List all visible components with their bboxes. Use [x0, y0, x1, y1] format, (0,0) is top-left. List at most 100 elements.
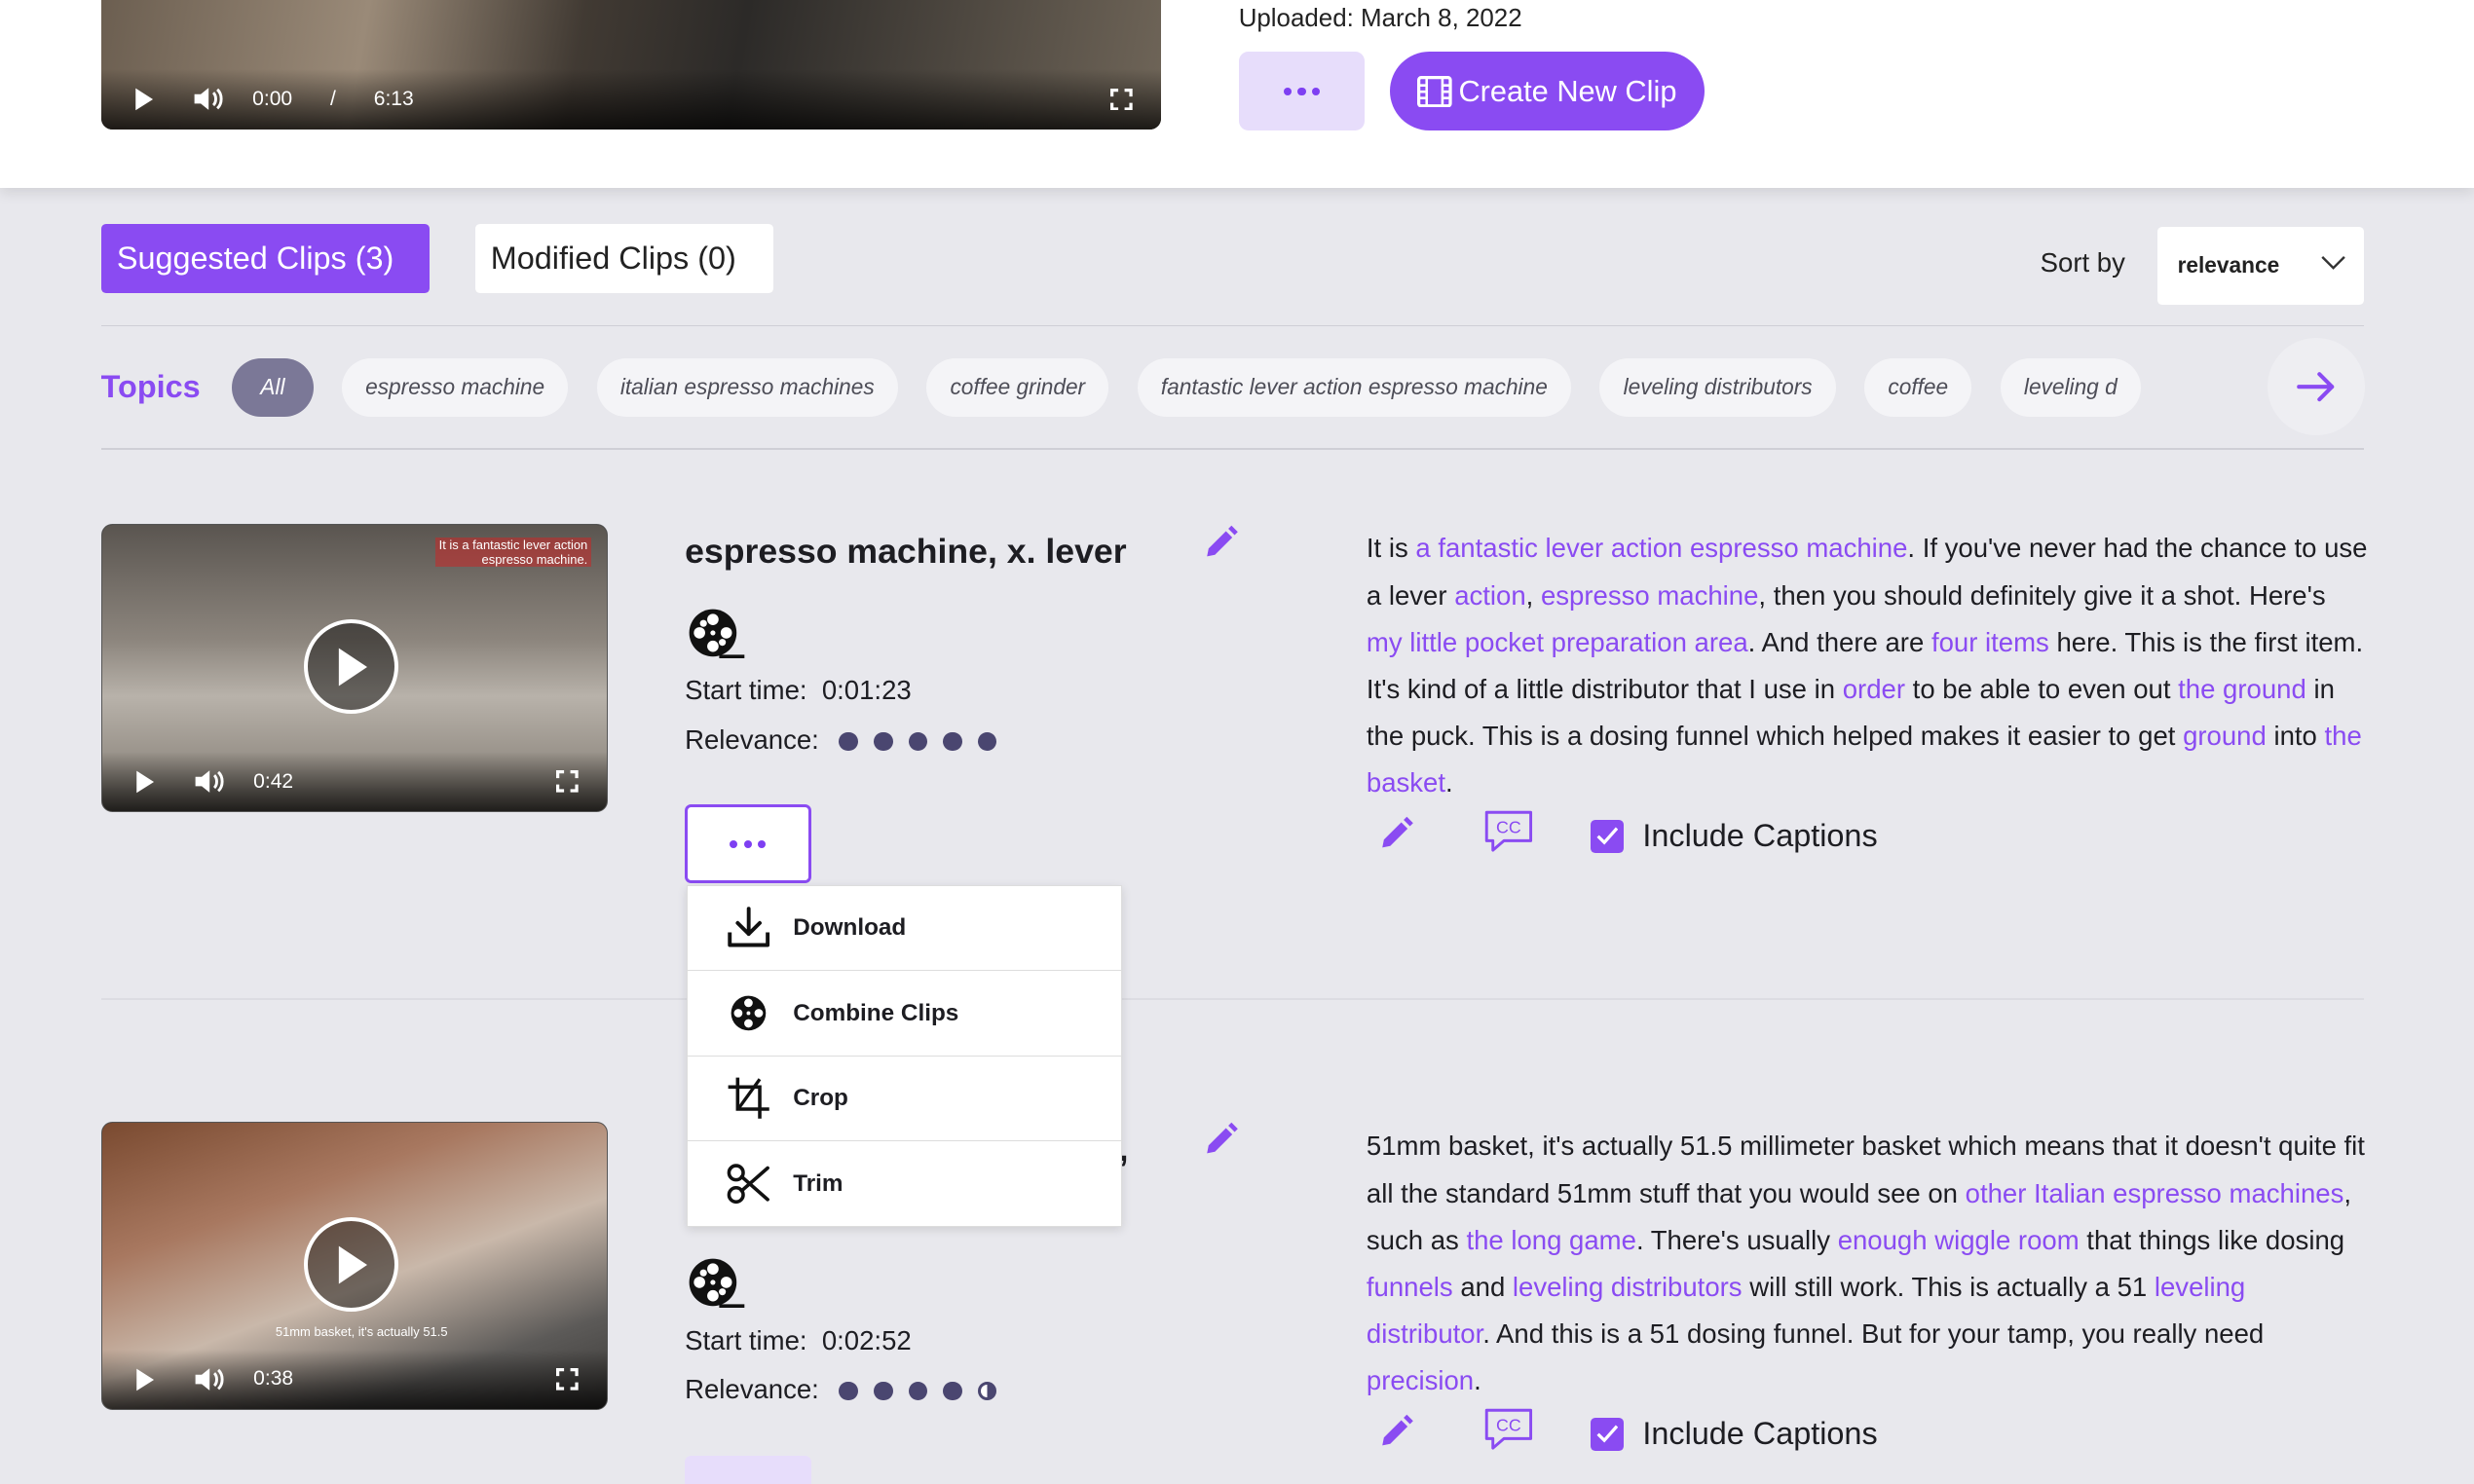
- clip-actions-button[interactable]: [685, 1456, 811, 1484]
- play-icon[interactable]: [133, 1367, 156, 1392]
- big-play-button[interactable]: [304, 619, 399, 715]
- play-icon[interactable]: [133, 769, 156, 795]
- topic-chip-all[interactable]: All: [232, 357, 314, 417]
- pencil-icon: [1382, 1414, 1413, 1445]
- scissors-icon: [726, 1161, 773, 1208]
- video-controls: 0:42: [101, 751, 607, 812]
- keyword-link[interactable]: my little pocket preparation area: [1367, 627, 1748, 657]
- keyword-link[interactable]: funnels: [1367, 1272, 1453, 1302]
- sort-value: relevance: [2177, 252, 2280, 278]
- upload-date: Uploaded: March 8, 2022: [1238, 4, 1522, 32]
- fullscreen-icon[interactable]: [1110, 88, 1134, 111]
- menu-item-label: Combine Clips: [793, 999, 959, 1026]
- video-controls: 0:00 / 6:13: [100, 69, 1162, 130]
- keyword-link[interactable]: action: [1454, 580, 1525, 611]
- transcript-text: will still work. This is actually a 51: [1742, 1271, 2155, 1302]
- sort-label: Sort by: [2040, 247, 2125, 278]
- topic-chip[interactable]: fantastic lever action espresso machine: [1137, 357, 1572, 417]
- more-options-button[interactable]: [1238, 52, 1366, 131]
- main-video-player[interactable]: 0:00 / 6:13: [100, 0, 1162, 130]
- fullscreen-icon[interactable]: [555, 1368, 579, 1391]
- tab-suggested-clips[interactable]: Suggested Clips (3): [100, 224, 430, 294]
- start-time-value: 0:02:52: [821, 1324, 912, 1355]
- transcript-text: .: [1474, 1364, 1481, 1395]
- topic-chip[interactable]: coffee: [1864, 357, 1972, 417]
- keyword-link[interactable]: other Italian espresso machines: [1966, 1178, 2344, 1208]
- include-captions-checkbox[interactable]: [1590, 819, 1624, 853]
- play-icon: [338, 648, 367, 686]
- create-new-clip-button[interactable]: Create New Clip: [1390, 52, 1705, 131]
- include-captions-checkbox[interactable]: [1590, 1417, 1624, 1451]
- topic-chip[interactable]: leveling d: [2000, 357, 2141, 417]
- big-play-button[interactable]: [304, 1217, 399, 1313]
- volume-icon[interactable]: [194, 767, 225, 796]
- include-captions-label: Include Captions: [1642, 818, 1878, 854]
- play-icon[interactable]: [132, 87, 155, 112]
- pencil-icon: [1207, 1122, 1238, 1154]
- divider: [100, 448, 2364, 450]
- video-header: 0:00 / 6:13 Uploaded: March 8, 2022 Crea…: [0, 0, 2474, 188]
- volume-icon[interactable]: [194, 1365, 225, 1393]
- captions-button[interactable]: CC: [1483, 1407, 1534, 1462]
- video-time: 0:38: [253, 1367, 294, 1391]
- divider: [100, 998, 2364, 1001]
- clip-actions-menu: Download Combine Clips Crop Trim: [686, 884, 1122, 1228]
- sort-select[interactable]: relevance: [2156, 227, 2364, 305]
- tab-modified-clips[interactable]: Modified Clips (0): [474, 224, 773, 294]
- clip-transcript: 51mm basket, it's actually 51.5 millimet…: [1367, 1123, 2369, 1404]
- include-captions-label: Include Captions: [1642, 1416, 1878, 1452]
- topic-chip[interactable]: italian espresso machines: [596, 357, 899, 417]
- menu-item-crop[interactable]: Crop: [687, 1057, 1121, 1142]
- menu-item-combine-clips[interactable]: Combine Clips: [687, 971, 1121, 1057]
- clip-transcript: It is a fantastic lever action espresso …: [1367, 525, 2369, 806]
- clip-video-player[interactable]: It is a fantastic lever action espresso …: [100, 523, 608, 813]
- transcript-text: that things like dosing: [2079, 1224, 2345, 1255]
- chevron-down-icon: [2321, 256, 2346, 271]
- divider: [100, 324, 2364, 327]
- menu-item-trim[interactable]: Trim: [688, 1141, 1121, 1226]
- menu-item-label: Trim: [793, 1169, 843, 1197]
- menu-item-download[interactable]: Download: [687, 886, 1121, 972]
- keyword-link[interactable]: ground: [2183, 721, 2267, 751]
- current-time: 0:00: [252, 88, 293, 111]
- topics-next-button[interactable]: [2267, 337, 2366, 436]
- menu-item-label: Crop: [793, 1084, 848, 1111]
- topic-chip[interactable]: coffee grinder: [926, 357, 1109, 417]
- topic-chip[interactable]: leveling distributors: [1599, 357, 1836, 417]
- topic-chip[interactable]: espresso machine: [341, 357, 569, 417]
- menu-item-label: Download: [793, 914, 907, 942]
- keyword-link[interactable]: enough wiggle room: [1838, 1225, 2080, 1255]
- transcript-text: into: [2266, 720, 2325, 751]
- keyword-link[interactable]: precision: [1367, 1365, 1474, 1395]
- clip-video-player[interactable]: 51mm basket, it's actually 51.5 0:38: [100, 1121, 608, 1411]
- volume-icon[interactable]: [193, 85, 224, 113]
- pencil-icon: [1207, 526, 1238, 557]
- captions-button[interactable]: CC: [1483, 809, 1534, 864]
- relevance-label: Relevance:: [685, 723, 819, 755]
- transcript-text: and: [1452, 1271, 1513, 1302]
- film-reel-icon: [726, 989, 773, 1037]
- edit-transcript-button[interactable]: [1379, 1414, 1414, 1456]
- keyword-link[interactable]: the long game: [1466, 1225, 1636, 1255]
- film-reel-icon: [688, 1257, 748, 1317]
- keyword-link[interactable]: espresso machine: [1541, 580, 1758, 611]
- film-reel-icon: [688, 608, 748, 668]
- transcript-text: , then you should definitely give it a s…: [1758, 579, 2326, 611]
- clip-title: espresso machine, x. lever: [685, 531, 1127, 571]
- keyword-link[interactable]: a fantastic lever action espresso machin…: [1415, 533, 1907, 563]
- crop-icon: [726, 1075, 773, 1123]
- keyword-link[interactable]: the ground: [2178, 674, 2306, 704]
- keyword-link[interactable]: four items: [1931, 627, 2049, 657]
- keyword-link[interactable]: order: [1843, 674, 1905, 704]
- edit-transcript-button[interactable]: [1379, 816, 1414, 858]
- edit-title-button[interactable]: [1204, 525, 1239, 567]
- ellipsis-icon: [1283, 87, 1321, 95]
- relevance-label: Relevance:: [685, 1374, 819, 1405]
- fullscreen-icon[interactable]: [555, 770, 579, 793]
- clip-actions-button[interactable]: [685, 804, 811, 884]
- edit-title-button[interactable]: [1204, 1122, 1239, 1164]
- checkmark-icon: [1596, 1425, 1618, 1443]
- transcript-text: . And there are: [1747, 626, 1931, 657]
- transcript-text: ,: [1525, 579, 1541, 611]
- keyword-link[interactable]: leveling distributors: [1513, 1272, 1743, 1302]
